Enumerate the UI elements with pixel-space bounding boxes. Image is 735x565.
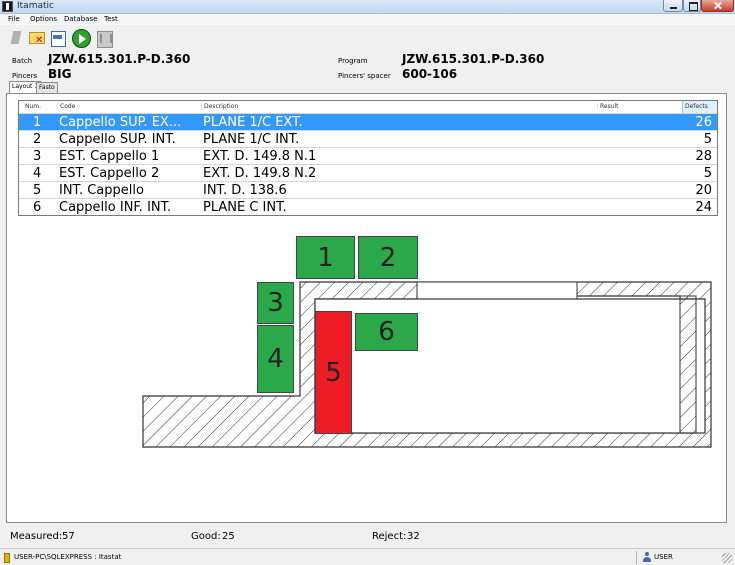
- menu-options[interactable]: Options: [30, 15, 57, 23]
- cell-defects: 28: [695, 149, 712, 164]
- play-icon[interactable]: [72, 29, 91, 48]
- part-drawing: 1 2 3 4 5 6: [140, 236, 715, 454]
- cell-num: 1: [33, 115, 42, 130]
- spacer-value: 600-106: [402, 67, 458, 81]
- zone-4[interactable]: 4: [257, 325, 294, 393]
- defects-grid: Num. Code Description Result Defects 1 C…: [18, 100, 718, 216]
- cell-defects: 24: [695, 200, 712, 215]
- toolbar: [0, 25, 735, 51]
- good-label: Good:: [191, 531, 221, 542]
- batch-value: JZW.615.301.P-D.360: [48, 52, 191, 66]
- col-description[interactable]: Description: [201, 103, 238, 110]
- zone-2-label: 2: [379, 242, 397, 273]
- reject-value: 32: [407, 531, 420, 542]
- cell-code: INT. Cappello: [59, 183, 144, 198]
- window-title: Itamatic: [17, 1, 54, 11]
- title-bar: Itamatic: [0, 0, 735, 14]
- zone-1-label: 1: [317, 242, 334, 273]
- cell-defects: 5: [703, 166, 712, 181]
- cell-description: EXT. D. 149.8 N.1: [203, 149, 317, 164]
- zone-4-label: 4: [267, 344, 284, 374]
- close-button[interactable]: [701, 0, 734, 12]
- program-label: Program: [338, 57, 368, 65]
- user-icon: [643, 552, 651, 562]
- zone-2[interactable]: 2: [358, 236, 418, 279]
- cell-code: Cappello SUP. INT.: [59, 132, 176, 147]
- col-code[interactable]: Code: [57, 103, 75, 110]
- zone-3[interactable]: 3: [257, 282, 294, 324]
- part-cross-section: [142, 281, 712, 448]
- menu-test[interactable]: Test: [104, 15, 118, 23]
- table-row[interactable]: 1 Cappello SUP. EX... PLANE 1/C EXT. 26: [19, 114, 717, 131]
- cell-defects: 20: [695, 183, 712, 198]
- cell-defects: 5: [703, 132, 712, 147]
- zone-6-label: 6: [378, 317, 395, 347]
- tab-fasto[interactable]: Fasto: [36, 82, 58, 93]
- cell-description: PLANE 1/C EXT.: [203, 115, 303, 130]
- edit-icon[interactable]: [8, 29, 26, 47]
- table-row[interactable]: 6 Cappello INF. INT. PLANE C INT. 24: [19, 199, 717, 215]
- cell-description: INT. D. 138.6: [203, 183, 287, 198]
- cell-code: Cappello SUP. EX...: [59, 115, 182, 130]
- database-icon: [4, 553, 10, 563]
- delete-folder-icon[interactable]: [28, 29, 46, 47]
- inner-wall: [679, 295, 697, 434]
- cell-description: EXT. D. 149.8 N.2: [203, 166, 317, 181]
- cell-num: 2: [33, 132, 42, 147]
- col-defects: Defects: [685, 103, 708, 110]
- reject-label: Reject:: [372, 531, 407, 542]
- app-icon: [2, 1, 13, 12]
- table-row[interactable]: 4 EST. Cappello 2 EXT. D. 149.8 N.2 5: [19, 165, 717, 182]
- cell-defects: 26: [695, 115, 712, 130]
- col-result[interactable]: Result: [597, 103, 619, 110]
- zone-1[interactable]: 1: [296, 236, 355, 279]
- connection-string: USER-PC\SQLEXPRESS : Itastat: [14, 553, 122, 561]
- good-value: 25: [222, 531, 235, 542]
- minimize-button[interactable]: [663, 0, 683, 12]
- table-row[interactable]: 3 EST. Cappello 1 EXT. D. 149.8 N.1 28: [19, 148, 717, 165]
- cell-num: 3: [33, 149, 42, 164]
- measured-label: Measured:: [10, 531, 63, 542]
- zone-5-label: 5: [325, 357, 342, 388]
- cell-code: EST. Cappello 2: [59, 166, 160, 181]
- cell-description: PLANE C INT.: [203, 200, 287, 215]
- table-row[interactable]: 2 Cappello SUP. INT. PLANE 1/C INT. 5: [19, 131, 717, 148]
- cell-num: 5: [33, 183, 42, 198]
- menu-database[interactable]: Database: [64, 15, 97, 23]
- current-user: USER: [654, 553, 673, 561]
- trash-icon[interactable]: [95, 29, 113, 48]
- status-separator: [636, 551, 637, 564]
- pincers-label: Pincers: [12, 72, 38, 80]
- batch-label: Batch: [12, 57, 33, 65]
- cell-num: 4: [33, 166, 42, 181]
- stats-bar: Measured: 57 Good: 25 Reject: 32: [0, 527, 735, 547]
- maximize-button[interactable]: [683, 0, 701, 12]
- menu-file[interactable]: File: [8, 15, 20, 23]
- grid-header: Num. Code Description Result Defects: [19, 101, 717, 114]
- cell-code: Cappello INF. INT.: [59, 200, 172, 215]
- document-icon[interactable]: [49, 29, 67, 47]
- col-defects-header[interactable]: Defects: [682, 101, 717, 113]
- cell-code: EST. Cappello 1: [59, 149, 160, 164]
- table-row[interactable]: 5 INT. Cappello INT. D. 138.6 20: [19, 182, 717, 199]
- col-num[interactable]: Num.: [25, 103, 41, 110]
- cell-description: PLANE 1/C INT.: [203, 132, 300, 147]
- zone-5[interactable]: 5: [315, 311, 352, 434]
- menu-bar: File Options Database Test: [0, 14, 735, 25]
- spacer-label: Pincers' spacer: [338, 72, 391, 80]
- status-bar: USER-PC\SQLEXPRESS : Itastat USER: [0, 548, 735, 565]
- zone-6[interactable]: 6: [355, 313, 418, 351]
- measured-value: 57: [62, 531, 75, 542]
- program-value: JZW.615.301.P-D.360: [402, 52, 545, 66]
- resize-grip-icon[interactable]: [722, 553, 732, 563]
- zone-3-label: 3: [267, 288, 284, 318]
- pincers-value: BIG: [48, 67, 72, 81]
- cell-num: 6: [33, 200, 42, 215]
